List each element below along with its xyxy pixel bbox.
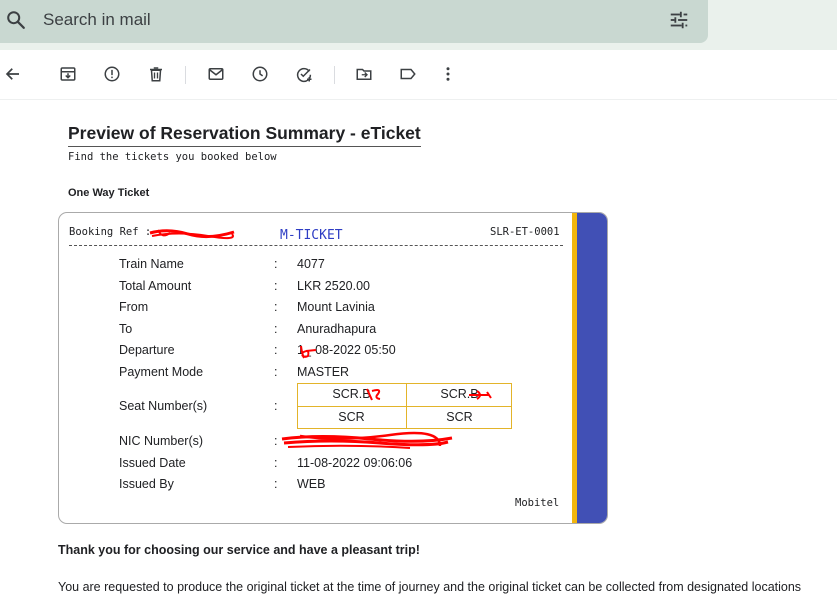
ticket-divider	[69, 245, 563, 246]
row-colon: :	[274, 322, 278, 336]
row-colon: :	[274, 456, 278, 470]
seat-table-divider	[298, 406, 511, 407]
from-value: Mount Lavinia	[297, 300, 375, 314]
add-task-icon[interactable]	[295, 65, 313, 83]
more-vert-icon[interactable]	[439, 65, 457, 83]
row-colon: :	[274, 399, 278, 413]
ticket-type: M-TICKET	[280, 228, 343, 243]
thank-you-message: Thank you for choosing our service and h…	[58, 543, 420, 557]
top-bar: Search in mail	[0, 0, 837, 50]
email-subtitle: Find the tickets you booked below	[68, 151, 277, 163]
booking-ref-label: Booking Ref :	[69, 226, 152, 238]
issued-date-label: Issued Date	[119, 456, 186, 470]
seat-class: SCR	[446, 410, 473, 424]
move-to-icon[interactable]	[355, 65, 373, 83]
toolbar-divider	[334, 66, 335, 84]
departure-value: 1_-08-2022 05:50	[297, 343, 396, 357]
payment-mode-label: Payment Mode	[119, 365, 204, 379]
issued-date-value: 11-08-2022 09:06:06	[297, 456, 413, 470]
row-colon: :	[274, 434, 278, 448]
delete-icon[interactable]	[147, 65, 165, 83]
departure-label: Departure	[119, 343, 175, 357]
train-name-value: 4077	[297, 257, 325, 271]
ticket-stripe-blue	[577, 213, 607, 523]
total-amount-value: LKR 2520.00	[297, 279, 370, 293]
mark-unread-icon[interactable]	[207, 65, 225, 83]
row-colon: :	[274, 257, 278, 271]
row-colon: :	[274, 365, 278, 379]
search-bar[interactable]: Search in mail	[0, 0, 708, 43]
issued-by-value: WEB	[297, 477, 326, 491]
row-colon: :	[274, 343, 278, 357]
row-colon: :	[274, 477, 278, 491]
total-amount-label: Total Amount	[119, 279, 192, 293]
seat-number: SCR.B	[440, 387, 479, 401]
tune-icon[interactable]	[668, 9, 690, 31]
email-title: Preview of Reservation Summary - eTicket	[68, 123, 421, 147]
snooze-icon[interactable]	[251, 65, 269, 83]
search-input[interactable]: Search in mail	[43, 10, 151, 30]
seat-number: SCR.B	[332, 387, 371, 401]
nic-numbers-label: NIC Number(s)	[119, 434, 204, 448]
train-name-label: Train Name	[119, 257, 184, 271]
to-label: To	[119, 322, 133, 336]
seat-table: SCR.B SCR.B SCR SCR	[297, 383, 512, 429]
message-toolbar	[0, 50, 837, 100]
toolbar-divider	[185, 66, 186, 84]
seat-numbers-label: Seat Number(s)	[119, 399, 208, 413]
ticket-provider: Mobitel	[515, 497, 560, 509]
report-spam-icon[interactable]	[103, 65, 121, 83]
label-icon[interactable]	[399, 65, 417, 83]
payment-mode-value: MASTER	[297, 365, 350, 379]
search-icon[interactable]	[5, 9, 27, 31]
section-heading: One Way Ticket	[68, 187, 150, 199]
row-colon: :	[274, 300, 278, 314]
from-label: From	[119, 300, 149, 314]
ticket-code: SLR-ET-0001	[490, 226, 560, 238]
back-arrow-icon[interactable]	[4, 65, 22, 83]
row-colon: :	[274, 279, 278, 293]
seat-class: SCR	[338, 410, 365, 424]
issued-by-label: Issued By	[119, 477, 174, 491]
archive-icon[interactable]	[59, 65, 77, 83]
notice-text: You are requested to produce the origina…	[58, 580, 802, 594]
to-value: Anuradhapura	[297, 322, 377, 336]
